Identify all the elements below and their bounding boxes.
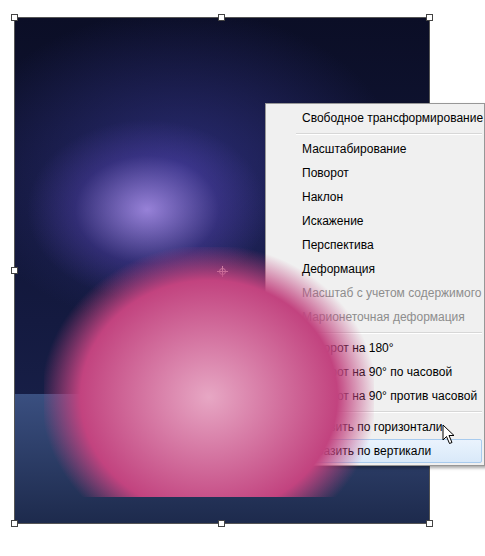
- transform-handle[interactable]: [426, 14, 433, 21]
- lotus-area: [44, 247, 374, 497]
- menu-item[interactable]: Поворот: [268, 161, 482, 185]
- cursor-icon: [442, 424, 456, 445]
- transform-handle[interactable]: [218, 520, 225, 527]
- transform-handle[interactable]: [11, 267, 18, 274]
- canvas: Свободное трансформирование Масштабирова…: [0, 0, 485, 556]
- menu-separator: [296, 130, 482, 137]
- transform-handle[interactable]: [11, 14, 18, 21]
- transform-handle[interactable]: [218, 14, 225, 21]
- menu-item[interactable]: Искажение: [268, 209, 482, 233]
- transform-handle[interactable]: [11, 520, 18, 527]
- menu-item[interactable]: Масштабирование: [268, 137, 482, 161]
- transform-handle[interactable]: [426, 520, 433, 527]
- photo: [14, 17, 430, 524]
- menu-item[interactable]: Свободное трансформирование: [268, 106, 482, 130]
- menu-item[interactable]: Наклон: [268, 185, 482, 209]
